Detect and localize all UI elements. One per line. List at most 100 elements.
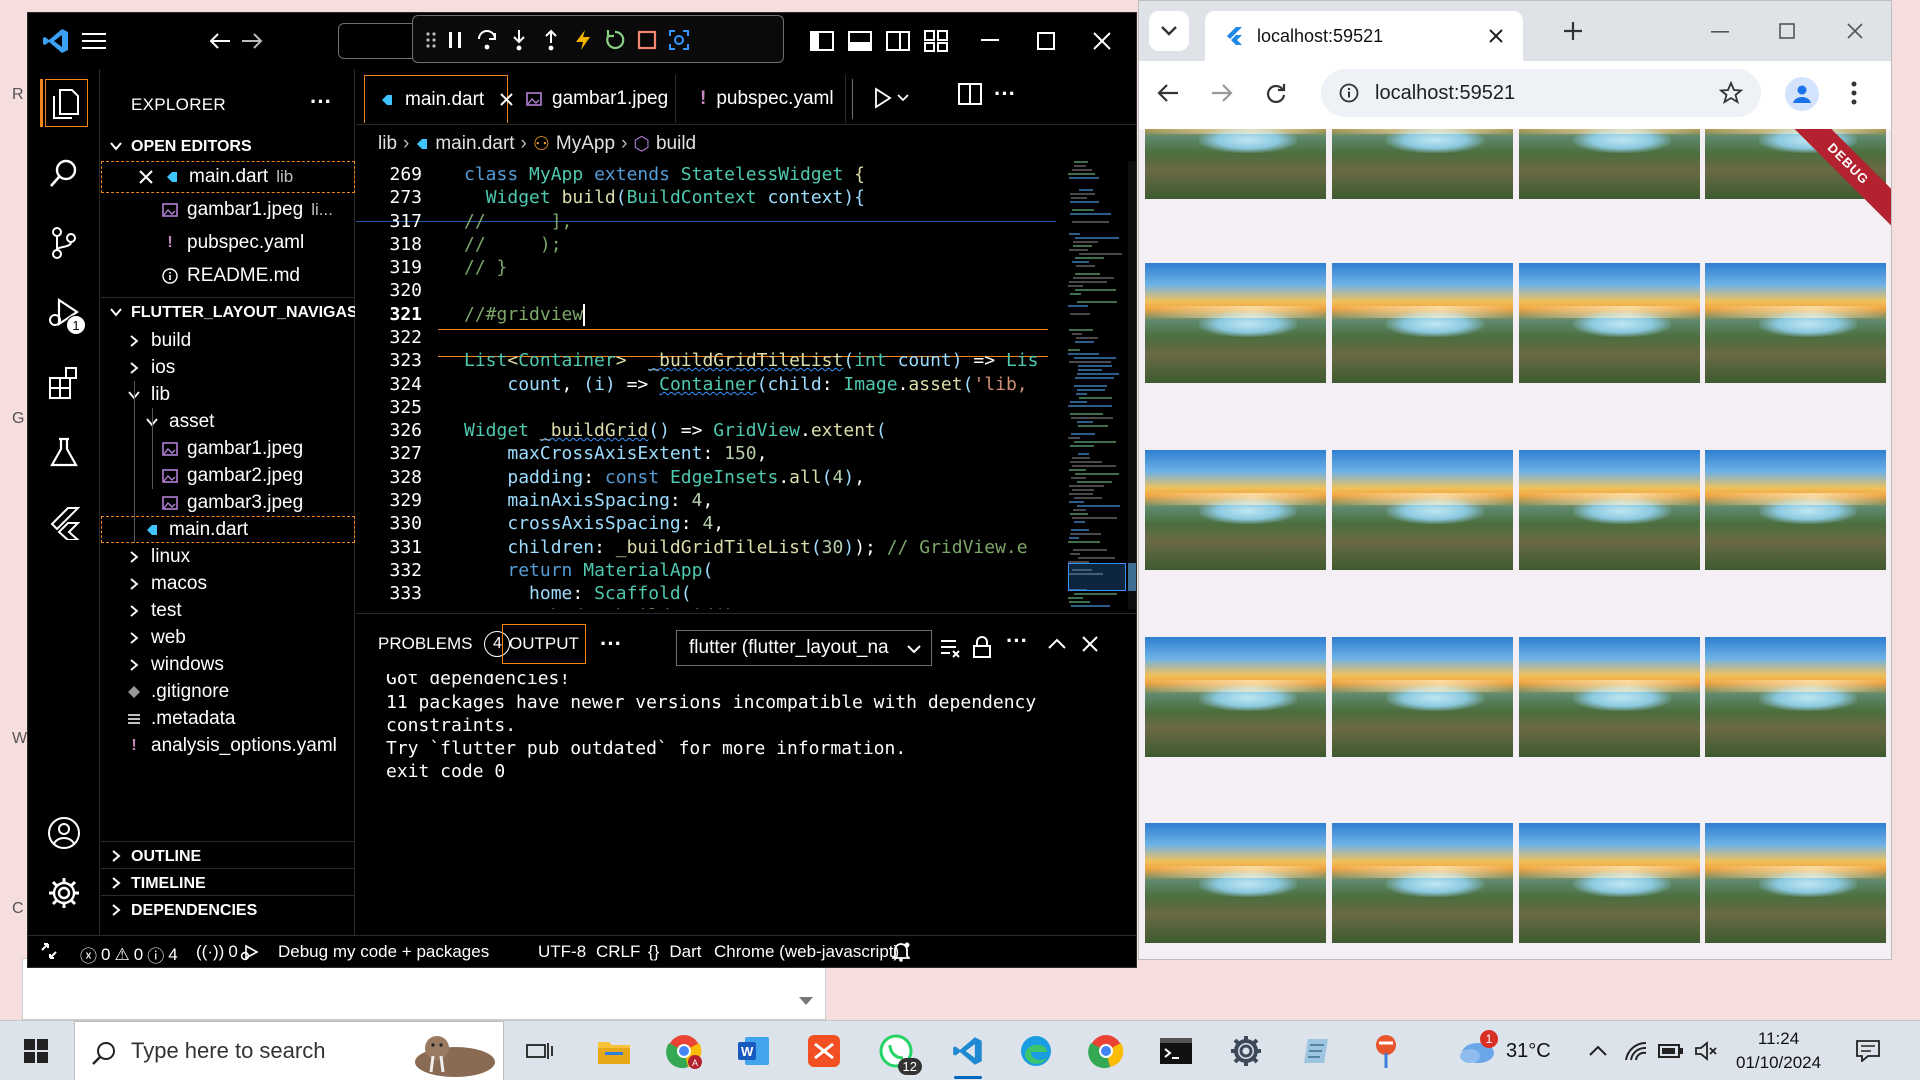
timeline-header[interactable]: TIMELINE	[101, 868, 355, 898]
step-out-icon[interactable]	[537, 26, 565, 54]
vscode-taskbar-icon[interactable]	[944, 1029, 992, 1079]
notes-app-icon[interactable]	[1292, 1029, 1340, 1073]
step-into-icon[interactable]	[505, 26, 533, 54]
edge-icon[interactable]	[1012, 1029, 1060, 1073]
address-bar[interactable]: localhost:59521	[1321, 69, 1761, 117]
tree-item[interactable]: gambar2.jpeg	[101, 462, 355, 489]
whatsapp-icon[interactable]: 12	[872, 1029, 922, 1075]
maximize-icon[interactable]	[1032, 27, 1060, 55]
open-editor-readme[interactable]: README.md	[101, 260, 355, 292]
close-icon[interactable]	[137, 168, 155, 186]
scroll-down-icon[interactable]	[799, 997, 813, 1005]
tree-item[interactable]: linux	[101, 543, 355, 570]
outline-header[interactable]: OUTLINE	[101, 841, 355, 871]
reload-icon[interactable]	[1265, 82, 1287, 104]
tree-item[interactable]: windows	[101, 651, 355, 678]
eol-status[interactable]: CRLF	[596, 942, 640, 962]
language-status[interactable]: {} Dart	[648, 942, 701, 962]
show-hidden-icons-icon[interactable]	[1588, 1021, 1608, 1080]
breadcrumb-item[interactable]: build	[656, 133, 696, 155]
close-icon[interactable]	[1088, 27, 1116, 55]
tree-item[interactable]: test	[101, 597, 355, 624]
source-control-icon[interactable]	[40, 219, 88, 267]
stop-icon[interactable]	[633, 26, 661, 54]
tree-item[interactable]: main.dart	[101, 516, 355, 543]
chrome-icon[interactable]	[1082, 1029, 1130, 1073]
tab-gambar1[interactable]: gambar1.jpeg	[510, 75, 676, 123]
breadcrumb-item[interactable]: main.dart	[435, 133, 514, 155]
forward-arrow-icon[interactable]	[1211, 83, 1233, 103]
tab-main-dart[interactable]: main.dart	[364, 75, 513, 123]
weather-widget[interactable]: 1 31°C	[1456, 1021, 1551, 1080]
hot-reload-icon[interactable]	[569, 26, 597, 54]
run-debug-dropdown-icon[interactable]	[872, 85, 912, 111]
dependencies-header[interactable]: DEPENDENCIES	[101, 895, 355, 925]
extensions-icon[interactable]	[40, 359, 88, 407]
tree-item[interactable]: .metadata	[101, 705, 355, 732]
step-over-icon[interactable]	[473, 26, 501, 54]
output-content[interactable]: Got dependencies! 11 packages have newer…	[356, 674, 1136, 936]
close-tab-icon[interactable]	[1489, 29, 1503, 43]
lock-scroll-icon[interactable]	[972, 636, 992, 658]
problems-status[interactable]: ⓧ 0 ⚠ 0 ⓘ 4	[80, 942, 178, 967]
tree-item[interactable]: build	[101, 327, 355, 354]
close-panel-icon[interactable]	[1082, 636, 1098, 652]
tree-item[interactable]: macos	[101, 570, 355, 597]
testing-icon[interactable]	[40, 429, 88, 477]
battery-icon[interactable]	[1658, 1021, 1684, 1080]
tab-search-icon[interactable]	[1149, 11, 1189, 51]
word-icon[interactable]: W	[730, 1029, 778, 1073]
encoding-status[interactable]: UTF-8	[538, 942, 586, 962]
tree-item[interactable]: .gitignore	[101, 678, 355, 705]
maximize-panel-icon[interactable]	[1048, 638, 1066, 650]
run-debug-icon[interactable]: 1	[40, 289, 88, 337]
notification-center-icon[interactable]	[1856, 1021, 1880, 1080]
back-arrow-icon[interactable]	[1157, 83, 1179, 103]
minimize-icon[interactable]	[1711, 31, 1729, 33]
tab-problems[interactable]: PROBLEMS 4	[378, 624, 511, 664]
debug-status[interactable]: Debug my code + packages	[240, 942, 489, 962]
maximize-icon[interactable]	[1779, 23, 1795, 39]
customize-layout-icon[interactable]	[922, 27, 950, 55]
tree-item[interactable]: gambar3.jpeg	[101, 489, 355, 516]
open-editor-gambar1[interactable]: gambar1.jpeg li...	[101, 194, 355, 226]
chrome-menu-icon[interactable]	[1851, 81, 1857, 105]
tree-item[interactable]: asset	[101, 408, 355, 435]
tree-item[interactable]: web	[101, 624, 355, 651]
tab-output[interactable]: OUTPUT	[502, 624, 586, 664]
open-editors-header[interactable]: OPEN EDITORS	[101, 132, 355, 162]
task-view-icon[interactable]	[516, 1029, 564, 1073]
tab-pubspec[interactable]: ! pubspec.yaml	[676, 75, 846, 123]
taskbar-search[interactable]: Type here to search	[74, 1021, 504, 1080]
back-arrow-icon[interactable]	[206, 27, 234, 55]
pin-app-icon[interactable]	[1362, 1029, 1410, 1073]
toggle-panel-icon[interactable]	[846, 27, 874, 55]
minimap-viewport[interactable]	[1068, 563, 1126, 591]
profile-avatar-icon[interactable]	[1785, 77, 1819, 111]
tree-item[interactable]: lib	[101, 381, 355, 408]
clear-output-icon[interactable]	[940, 638, 962, 658]
new-tab-icon[interactable]	[1563, 21, 1583, 41]
tree-item[interactable]: ! analysis_options.yaml	[101, 732, 355, 759]
tree-item[interactable]: ios	[101, 354, 355, 381]
windows-start-icon[interactable]	[12, 1029, 60, 1073]
chrome-tab[interactable]: localhost:59521	[1205, 11, 1523, 61]
project-header[interactable]: FLUTTER_LAYOUT_NAVIGASI	[101, 297, 355, 327]
forward-arrow-icon[interactable]	[238, 27, 266, 55]
remote-icon[interactable]	[40, 942, 58, 960]
ports-status[interactable]: ((·)) 0	[196, 942, 238, 962]
more-actions-icon[interactable]: ···	[1006, 628, 1028, 654]
pause-icon[interactable]	[441, 26, 469, 54]
settings-gear-icon[interactable]	[1222, 1029, 1270, 1073]
app-launcher-icon[interactable]	[800, 1029, 848, 1073]
clock[interactable]: 11:24 01/10/2024	[1736, 1021, 1821, 1080]
open-editor-main-dart[interactable]: main.dart lib	[101, 161, 355, 193]
minimap[interactable]	[1068, 161, 1126, 609]
file-explorer-icon[interactable]	[590, 1029, 638, 1073]
minimize-icon[interactable]	[976, 27, 1004, 55]
toggle-sidebar-icon[interactable]	[808, 27, 836, 55]
notifications-bell-icon[interactable]	[892, 942, 910, 962]
devtools-icon[interactable]	[665, 26, 693, 54]
explorer-icon[interactable]	[40, 79, 88, 127]
toggle-secondary-sidebar-icon[interactable]	[884, 27, 912, 55]
